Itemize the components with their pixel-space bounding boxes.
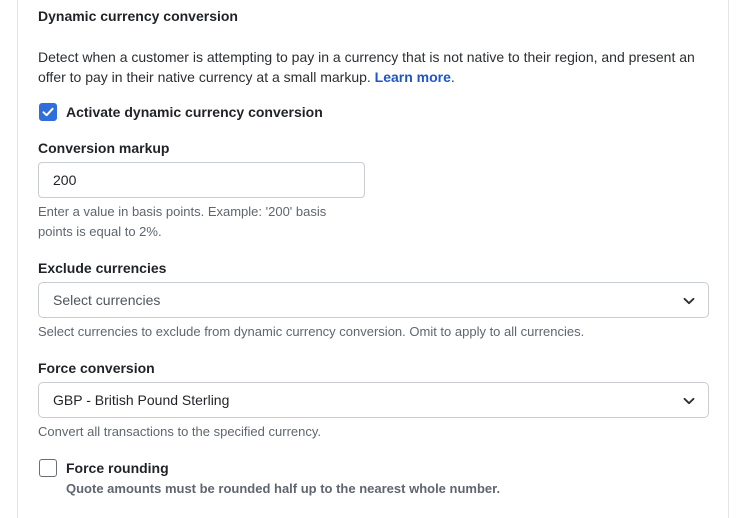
force-conversion-value: GBP - British Pound Sterling	[53, 392, 230, 408]
conversion-markup-input[interactable]: 200	[38, 162, 365, 198]
chevron-down-icon	[683, 297, 695, 305]
chevron-down-icon	[683, 397, 695, 405]
description-period: .	[450, 69, 455, 85]
force-conversion-help: Convert all transactions to the specifie…	[38, 424, 322, 439]
force-rounding-help: Quote amounts must be rounded half up to…	[66, 481, 501, 496]
force-conversion-select[interactable]: GBP - British Pound Sterling	[38, 382, 709, 418]
force-conversion-label: Force conversion	[38, 360, 155, 376]
force-rounding-label[interactable]: Force rounding	[66, 459, 169, 477]
section-description: Detect when a customer is attempting to …	[38, 47, 718, 87]
exclude-currencies-label: Exclude currencies	[38, 260, 167, 276]
activate-dcc-checkbox[interactable]	[39, 103, 57, 121]
section-title: Dynamic currency conversion	[38, 8, 238, 24]
conversion-markup-help: Enter a value in basis points. Example: …	[38, 204, 327, 239]
description-text: Detect when a customer is attempting to …	[38, 49, 695, 85]
force-rounding-checkbox[interactable]	[39, 459, 57, 477]
activate-dcc-label[interactable]: Activate dynamic currency conversion	[66, 103, 323, 121]
exclude-currencies-help: Select currencies to exclude from dynami…	[38, 324, 585, 339]
conversion-markup-label: Conversion markup	[38, 140, 170, 156]
check-icon	[42, 107, 54, 117]
exclude-currencies-select[interactable]: Select currencies	[38, 282, 709, 318]
exclude-currencies-placeholder: Select currencies	[53, 292, 161, 308]
learn-more-link[interactable]: Learn more	[375, 69, 451, 85]
